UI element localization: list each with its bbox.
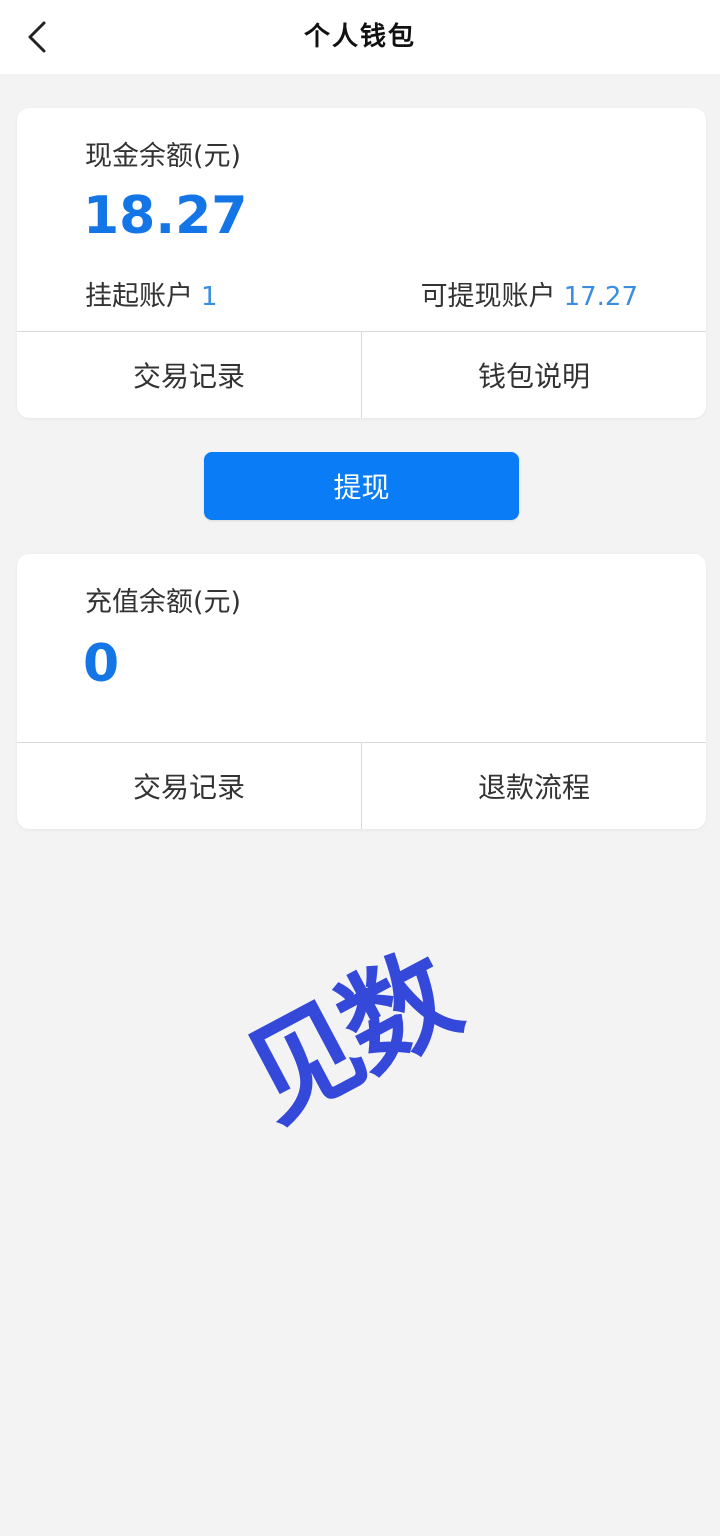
cash-balance-amount: 18.27 <box>83 186 248 246</box>
refund-process-button[interactable]: 退款流程 <box>361 743 706 829</box>
recharge-balance-card: 充值余额(元) 0 交易记录 退款流程 <box>17 554 706 829</box>
recharge-balance-amount: 0 <box>83 634 120 694</box>
withdrawable-account-label: 可提现账户 <box>420 281 556 312</box>
cash-balance-label: 现金余额(元) <box>85 141 242 172</box>
watermark-stamp-text: 见数 <box>225 931 474 1146</box>
cash-card-footer: 交易记录 钱包说明 <box>17 331 706 418</box>
suspended-account: 挂起账户 1 <box>85 274 218 313</box>
cash-balance-card: 现金余额(元) 18.27 挂起账户 1 可提现账户 17.27 交易记录 钱包说明 <box>17 108 706 418</box>
watermark-stamp: 见数 <box>205 915 485 1146</box>
top-nav-bar: 个人钱包 <box>0 0 720 74</box>
withdrawable-account: 可提现账户 17.27 <box>421 274 638 313</box>
page-title: 个人钱包 <box>303 22 416 52</box>
recharge-transaction-records-button[interactable]: 交易记录 <box>17 743 361 829</box>
withdraw-button[interactable]: 提现 <box>204 452 519 520</box>
withdrawable-account-value: 17.27 <box>563 282 638 312</box>
recharge-balance-label: 充值余额(元) <box>85 587 242 618</box>
suspended-account-value: 1 <box>201 282 218 312</box>
recharge-card-footer: 交易记录 退款流程 <box>17 742 706 829</box>
suspended-account-label: 挂起账户 <box>85 281 193 312</box>
cash-transaction-records-button[interactable]: 交易记录 <box>17 332 361 418</box>
wallet-instructions-button[interactable]: 钱包说明 <box>361 332 706 418</box>
